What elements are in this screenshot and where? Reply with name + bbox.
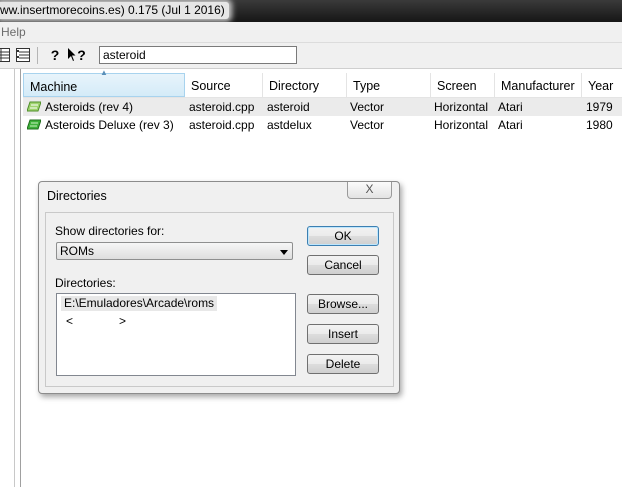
col-header-source[interactable]: Source	[185, 73, 263, 97]
details-view-icon[interactable]	[0, 46, 12, 64]
cell-type: Vector	[350, 118, 385, 132]
directory-item[interactable]: E:\Emuladores\Arcade\roms	[61, 296, 218, 311]
cell-year: 1980	[586, 118, 613, 132]
chevron-down-icon	[280, 250, 288, 255]
cell-machine: Asteroids (rev 4)	[45, 100, 134, 114]
delete-button[interactable]: Delete	[307, 354, 379, 374]
col-header-year[interactable]: Year	[582, 73, 622, 97]
cell-screen: Horizontal	[434, 118, 489, 132]
cell-directory: astdelux	[267, 118, 312, 132]
toolbar: ? ?	[0, 43, 622, 69]
cell-manufacturer: Atari	[498, 100, 523, 114]
cell-source: asteroid.cpp	[189, 118, 255, 132]
folder-tree-pane[interactable]	[0, 69, 21, 487]
close-icon: X	[365, 182, 374, 196]
col-header-directory[interactable]: Directory	[263, 73, 347, 97]
green-rom-icon	[27, 101, 41, 112]
table-row[interactable]: Asteroids Deluxe (rev 3) asteroid.cpp as…	[23, 116, 622, 134]
cell-manufacturer: Atari	[498, 118, 523, 132]
directories-list[interactable]: E:\Emuladores\Arcade\roms < >	[56, 293, 296, 376]
help-icon[interactable]: ?	[46, 46, 64, 64]
window-title: ww.insertmorecoins.es) 0.175 (Jul 1 2016…	[0, 2, 229, 19]
ok-button[interactable]: OK	[307, 226, 379, 246]
dialog-title: Directories	[47, 189, 107, 203]
select-value: ROMs	[60, 244, 94, 258]
cell-type: Vector	[350, 100, 385, 114]
menu-help[interactable]: Help	[1, 25, 26, 39]
new-entry-right[interactable]: >	[119, 314, 126, 329]
grouped-view-icon[interactable]	[14, 46, 32, 64]
browse-button[interactable]: Browse...	[307, 294, 379, 314]
title-bar: ww.insertmorecoins.es) 0.175 (Jul 1 2016…	[0, 0, 622, 22]
whats-this-glyph: ?	[77, 47, 86, 63]
cell-directory: asteroid	[267, 100, 310, 114]
directory-type-select[interactable]: ROMs	[56, 242, 293, 260]
cell-screen: Horizontal	[434, 100, 489, 114]
new-entry-left[interactable]: <	[66, 314, 73, 329]
close-button[interactable]: X	[347, 182, 392, 199]
directories-label: Directories:	[55, 276, 116, 290]
table-row[interactable]: Asteroids (rev 4) asteroid.cpp asteroid …	[23, 98, 622, 116]
search-input[interactable]	[99, 46, 297, 64]
col-header-screen[interactable]: Screen	[431, 73, 495, 97]
sort-ascending-icon: ▲	[100, 68, 108, 77]
directories-dialog: Directories X Show directories for: ROMs…	[38, 181, 400, 394]
whats-this-icon[interactable]: ?	[68, 46, 86, 64]
menu-bar: Help	[0, 22, 622, 43]
toolbar-separator	[37, 47, 38, 64]
col-header-type[interactable]: Type	[347, 73, 431, 97]
dialog-body: Show directories for: ROMs Directories: …	[45, 212, 394, 387]
show-directories-label: Show directories for:	[55, 224, 165, 238]
col-header-machine[interactable]: ▲ Machine	[23, 68, 185, 97]
cell-year: 1979	[586, 100, 613, 114]
cell-source: asteroid.cpp	[189, 100, 255, 114]
pane-edge	[14, 69, 15, 487]
list-header: ▲ Machine Source Directory Type Screen M…	[23, 68, 622, 98]
cancel-button[interactable]: Cancel	[307, 255, 379, 275]
green-rom-icon	[27, 119, 41, 130]
insert-button[interactable]: Insert	[307, 324, 379, 344]
cell-machine: Asteroids Deluxe (rev 3)	[45, 118, 174, 132]
col-header-label: Machine	[30, 80, 78, 94]
col-header-manufacturer[interactable]: Manufacturer	[495, 73, 582, 97]
